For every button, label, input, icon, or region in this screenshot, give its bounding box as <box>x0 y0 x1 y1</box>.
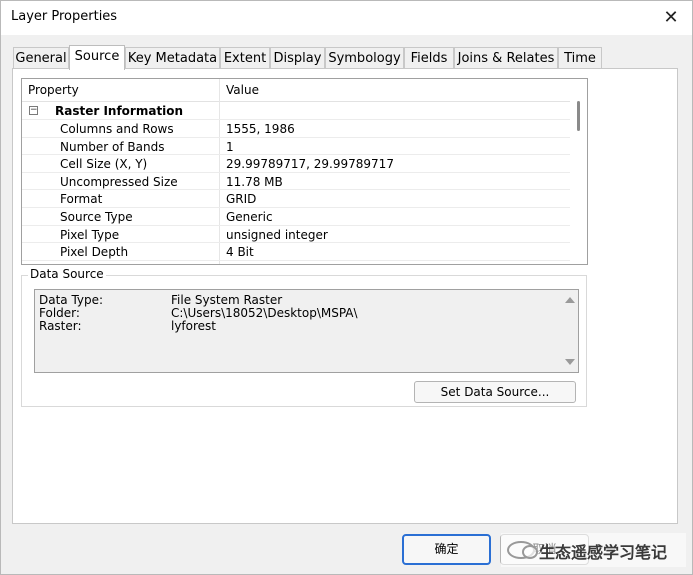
row-value: 1555, 1986 <box>226 122 295 136</box>
row-value: 4 Bit <box>226 245 254 260</box>
tab-source[interactable]: Source <box>69 45 125 70</box>
ok-button[interactable]: 确定 <box>402 534 491 565</box>
property-column-header[interactable]: Property <box>28 83 79 97</box>
table-row[interactable]: Cell Size (X, Y) 29.99789717, 29.9978971… <box>22 155 570 173</box>
row-property: Uncompressed Size <box>60 174 178 189</box>
row-value: 29.99789717, 29.99789717 <box>226 157 394 172</box>
row-value: Generic <box>226 210 273 224</box>
data-source-groupbox: Data Source Data Type: File System Raste… <box>21 267 587 407</box>
row-property: Format <box>60 192 103 207</box>
grid-header: Property Value <box>22 79 570 102</box>
tab-time[interactable]: Time <box>558 47 602 69</box>
tab-joins-relates[interactable]: Joins & Relates <box>454 47 558 69</box>
source-tab-panel: Property Value − Raster Information Colu… <box>12 68 678 524</box>
tab-fields[interactable]: Fields <box>404 47 454 69</box>
table-row[interactable]: Pixel Type unsigned integer <box>22 226 570 244</box>
scrollbar-thumb[interactable] <box>577 101 580 131</box>
scroll-down-icon[interactable] <box>565 359 575 365</box>
table-row[interactable]: Columns and Rows 1555, 1986 <box>22 120 570 138</box>
watermark: 生态遥感学习笔记 <box>501 533 686 567</box>
group-label: Raster Information <box>55 104 184 118</box>
data-source-scrollbar[interactable] <box>561 290 578 372</box>
dialog-title: Layer Properties <box>11 9 118 24</box>
line-value: lyforest <box>171 319 217 333</box>
line-label: Folder: <box>39 306 80 320</box>
grid-scrollbar[interactable] <box>570 79 587 264</box>
value-column-header[interactable]: Value <box>226 83 259 97</box>
set-data-source-button[interactable]: Set Data Source... <box>414 381 576 403</box>
row-property: Source Type <box>60 210 133 224</box>
row-value: GRID <box>226 192 257 207</box>
row-property: Columns and Rows <box>60 122 174 136</box>
row-value: 1 <box>226 139 234 154</box>
collapse-icon[interactable]: − <box>29 106 38 115</box>
row-value: 11.78 MB <box>226 174 283 189</box>
line-label: Raster: <box>39 319 82 333</box>
layer-properties-dialog: Layer Properties ✕ General Source Key Me… <box>0 0 693 575</box>
data-source-text-area[interactable]: Data Type: File System Raster Folder: C:… <box>34 289 579 373</box>
tab-extent[interactable]: Extent <box>220 47 270 69</box>
scroll-up-icon[interactable] <box>565 297 575 303</box>
table-row[interactable]: Source Type Generic <box>22 208 570 226</box>
row-property: Pixel Depth <box>60 245 129 260</box>
tab-general[interactable]: General <box>13 47 69 69</box>
table-row[interactable]: Number of Bands 1 <box>22 138 570 156</box>
data-source-legend: Data Source <box>28 267 106 281</box>
table-row[interactable]: Format GRID <box>22 190 570 208</box>
table-row[interactable]: Pixel Depth 4 Bit <box>22 243 570 261</box>
tab-key-metadata[interactable]: Key Metadata <box>125 47 220 69</box>
row-property: Number of Bands <box>60 139 165 154</box>
raster-information-group[interactable]: − Raster Information <box>22 102 570 120</box>
tab-display[interactable]: Display <box>270 47 325 69</box>
row-property: Cell Size (X, Y) <box>60 157 148 172</box>
line-label: Data Type: <box>39 293 104 307</box>
title-bar: Layer Properties ✕ <box>1 1 692 35</box>
raster-property-grid: Property Value − Raster Information Colu… <box>21 78 588 265</box>
wechat-icon <box>507 541 538 559</box>
tab-symbology[interactable]: Symbology <box>325 47 404 69</box>
row-value: unsigned integer <box>226 227 328 242</box>
row-property: Pixel Type <box>60 227 120 242</box>
line-value: File System Raster <box>171 293 283 307</box>
table-row[interactable]: Uncompressed Size 11.78 MB <box>22 173 570 191</box>
close-icon[interactable]: ✕ <box>658 5 684 31</box>
watermark-text: 生态遥感学习笔记 <box>539 543 668 562</box>
line-value: C:\Users\18052\Desktop\MSPA\ <box>171 306 358 320</box>
